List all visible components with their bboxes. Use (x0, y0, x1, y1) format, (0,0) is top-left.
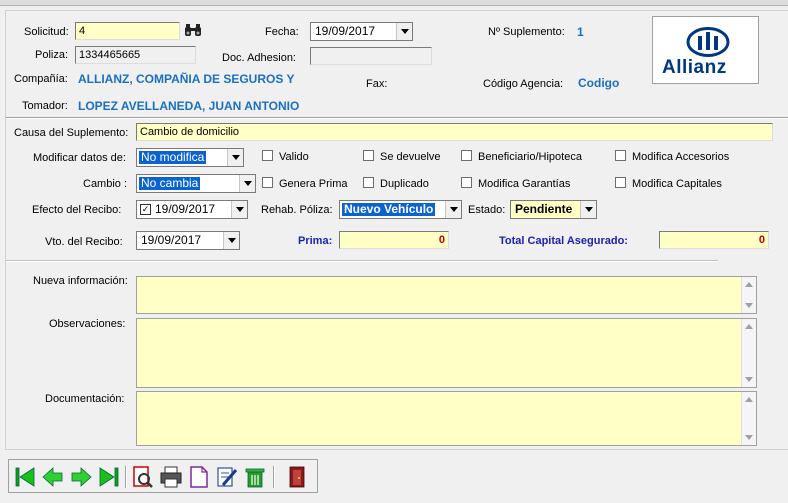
toolbar-separator (125, 466, 127, 488)
fax-label: Fax: (366, 78, 388, 90)
capitales-label: Modifica Capitales (632, 178, 722, 190)
form-divider (6, 260, 718, 262)
poliza-label: Poliza: (35, 49, 69, 61)
cambio-value: No cambia (139, 176, 201, 190)
chevron-down-icon[interactable] (580, 201, 596, 218)
modificar-select[interactable]: No modifica (136, 148, 244, 167)
vto-label: Vto. del Recibo: (45, 236, 123, 248)
observaciones-scrollbar[interactable] (741, 319, 756, 387)
vto-value: 19/09/2017 (141, 233, 202, 247)
fecha-label: Fecha: (265, 26, 299, 38)
valido-label: Valido (279, 151, 309, 163)
efecto-label: Efecto del Recibo: (32, 204, 122, 216)
next-record-icon[interactable] (69, 464, 93, 490)
first-record-icon[interactable] (13, 464, 37, 490)
tomador-label: Tomador: (22, 100, 68, 112)
adhesion-field[interactable] (310, 47, 432, 65)
new-document-icon[interactable] (187, 464, 211, 490)
se-devuelve-checkbox[interactable] (363, 150, 374, 161)
capitales-checkbox[interactable] (615, 177, 626, 188)
last-record-icon[interactable] (97, 464, 121, 490)
bottom-toolbar (8, 459, 318, 493)
poliza-field[interactable]: 1334465665 (75, 46, 196, 64)
prima-field[interactable]: 0 (339, 231, 449, 249)
nueva-scrollbar[interactable] (741, 277, 756, 313)
prev-record-icon[interactable] (41, 464, 65, 490)
solicitud-label: Solicitud: (24, 26, 69, 38)
compania-value: ALLIANZ, COMPAÑIA DE SEGUROS Y (78, 72, 295, 86)
allianz-logo: Allianz (652, 16, 759, 84)
valido-checkbox[interactable] (262, 150, 273, 161)
estado-select[interactable]: Pendiente (510, 200, 597, 219)
agencia-label: Código Agencia: (483, 78, 564, 90)
modificar-label: Modificar datos de: (33, 152, 126, 164)
rehab-value: Nuevo Vehículo (342, 202, 436, 216)
genera-prima-checkbox[interactable] (262, 177, 273, 188)
estado-label: Estado: (468, 204, 506, 216)
beneficiario-label: Beneficiario/Hipoteca (478, 151, 582, 163)
observaciones-label: Observaciones: (49, 318, 126, 330)
print-icon[interactable] (159, 464, 183, 490)
rehab-select[interactable]: Nuevo Vehículo (339, 200, 462, 219)
chevron-down-icon[interactable] (445, 201, 461, 218)
delete-icon[interactable] (243, 464, 267, 490)
nueva-label: Nueva información: (33, 275, 128, 287)
modificar-value: No modifica (139, 150, 207, 164)
prima-label: Prima: (298, 235, 333, 247)
beneficiario-checkbox[interactable] (461, 150, 472, 161)
garantias-label: Modifica Garantías (478, 178, 571, 190)
solicitud-field[interactable]: 4 (75, 22, 180, 40)
top-strip (0, 0, 788, 6)
toolbar-separator-2 (273, 466, 275, 488)
chevron-down-icon[interactable] (396, 23, 412, 40)
agencia-value: Codigo (578, 76, 620, 90)
suplemento-value: 1 (577, 25, 584, 39)
garantias-checkbox[interactable] (461, 177, 472, 188)
genera-prima-label: Genera Prima (279, 178, 348, 190)
tomador-value: LOPEZ AVELLANEDA, JUAN ANTONIO (78, 99, 300, 113)
estado-value: Pendiente (515, 202, 573, 216)
header-divider (6, 117, 788, 119)
cambio-select[interactable]: No cambia (136, 174, 256, 193)
documentacion-scrollbar[interactable] (741, 392, 756, 445)
vto-date-picker[interactable]: 19/09/2017 (136, 231, 240, 250)
capital-field[interactable]: 0 (659, 231, 769, 249)
rehab-label: Rehab. Póliza: (261, 204, 333, 216)
accesorios-label: Modifica Accesorios (632, 151, 730, 163)
binoculars-icon[interactable] (184, 23, 202, 37)
chevron-down-icon[interactable] (223, 232, 239, 249)
documentacion-textarea[interactable] (136, 391, 757, 446)
duplicado-checkbox[interactable] (363, 177, 374, 188)
chevron-down-icon[interactable] (231, 201, 247, 218)
accesorios-checkbox[interactable] (615, 150, 626, 161)
causa-label: Causa del Suplemento: (14, 127, 129, 139)
allianz-logo-text: Allianz (662, 57, 727, 78)
se-devuelve-label: Se devuelve (380, 151, 441, 163)
efecto-value: 19/09/2017 (155, 202, 216, 216)
efecto-date-picker[interactable]: ✓ 19/09/2017 (136, 200, 248, 219)
chevron-down-icon[interactable] (239, 175, 255, 192)
efecto-checkbox[interactable]: ✓ (140, 204, 151, 215)
capital-label: Total Capital Asegurado: (499, 235, 628, 247)
documentacion-label: Documentación: (45, 393, 125, 405)
fecha-value: 19/09/2017 (315, 24, 376, 38)
duplicado-label: Duplicado (380, 178, 429, 190)
allianz-eagle-icon (686, 27, 730, 57)
exit-icon[interactable] (285, 464, 309, 490)
observaciones-textarea[interactable] (136, 318, 757, 388)
causa-field[interactable]: Cambio de domicilio (136, 123, 773, 141)
search-icon[interactable] (131, 464, 155, 490)
suplemento-label: Nº Suplemento: (488, 26, 565, 38)
cambio-label: Cambio : (83, 178, 128, 190)
edit-icon[interactable] (215, 464, 239, 490)
fecha-date-picker[interactable]: 19/09/2017 (310, 22, 413, 41)
adhesion-label: Doc. Adhesion: (222, 52, 296, 64)
compania-label: Compañía: (14, 73, 68, 85)
chevron-down-icon[interactable] (227, 149, 243, 166)
nueva-info-textarea[interactable] (136, 276, 757, 314)
